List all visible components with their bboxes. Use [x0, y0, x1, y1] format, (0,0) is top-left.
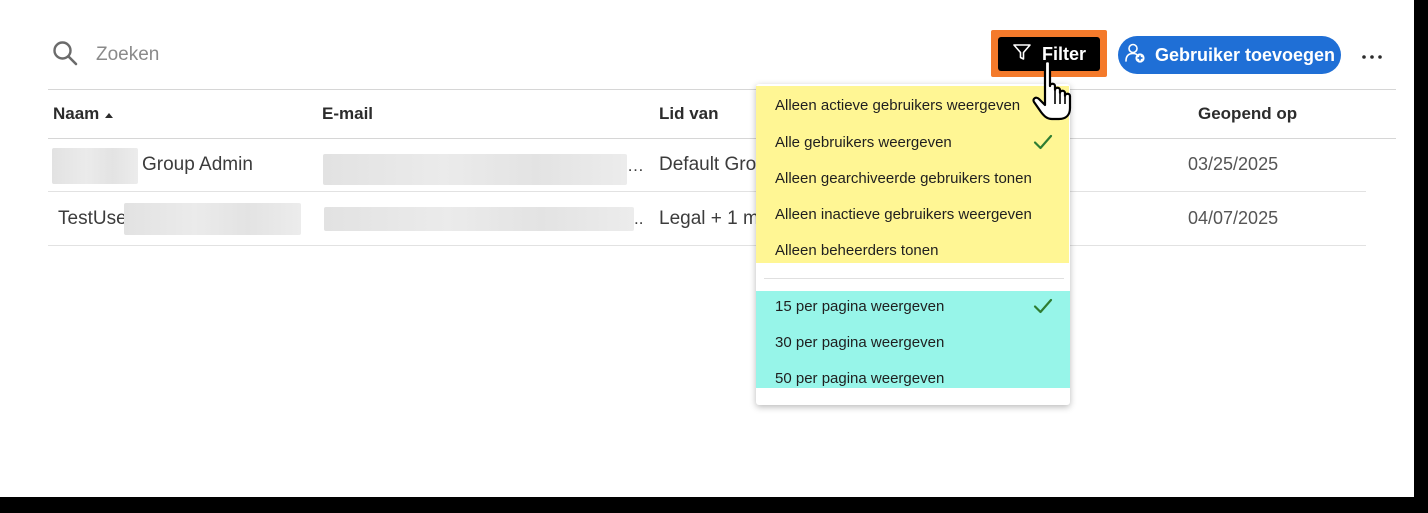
menu-item-all-users[interactable]: Alle gebruikers weergeven [756, 127, 1070, 157]
opened-on-cell: 04/07/2025 [1188, 208, 1279, 228]
menu-item-label: Alleen inactieve gebruikers weergeven [775, 205, 1032, 223]
add-user-icon [1124, 42, 1146, 69]
column-header-email[interactable]: E-mail [322, 104, 373, 124]
more-options-button[interactable] [1358, 42, 1386, 70]
row-divider [48, 191, 1366, 192]
sort-ascending-icon [104, 104, 114, 124]
email-ellipsis: .. [634, 209, 644, 228]
hand-cursor-icon [1028, 58, 1084, 122]
menu-item-50-per-page[interactable]: 50 per pagina weergeven [756, 363, 1070, 393]
table-top-border [48, 89, 1396, 90]
redacted-name [52, 148, 138, 184]
menu-item-30-per-page[interactable]: 30 per pagina weergeven [756, 327, 1070, 357]
checkmark-icon [1032, 296, 1054, 316]
menu-item-label: 15 per pagina weergeven [775, 297, 945, 315]
redacted-email [324, 207, 634, 231]
menu-item-label: 50 per pagina weergeven [775, 369, 945, 387]
menu-item-15-per-page[interactable]: 15 per pagina weergeven [756, 291, 1070, 321]
menu-item-active-users[interactable]: Alleen actieve gebruikers weergeven [756, 90, 1070, 120]
menu-item-label: 30 per pagina weergeven [775, 333, 945, 351]
add-user-button[interactable]: Gebruiker toevoegen [1118, 36, 1341, 74]
table-header-border [48, 138, 1396, 139]
menu-item-inactive-users[interactable]: Alleen inactieve gebruikers weergeven [756, 199, 1070, 229]
redacted-name [124, 203, 301, 235]
search-input[interactable] [96, 44, 296, 66]
menu-item-label: Alle gebruikers weergeven [775, 133, 952, 151]
add-user-label: Gebruiker toevoegen [1154, 44, 1336, 65]
menu-item-admins-only[interactable]: Alleen beheerders tonen [756, 235, 1070, 265]
member-of-cell: Default Gro [659, 154, 757, 175]
checkmark-icon [1032, 132, 1054, 152]
column-header-opened-on[interactable]: Geopend op [1198, 104, 1297, 124]
menu-divider [764, 278, 1064, 279]
email-ellipsis: … [627, 156, 644, 175]
column-header-name-label: Naam [53, 104, 100, 123]
column-header-name[interactable]: Naam [53, 104, 114, 124]
menu-item-label: Alleen beheerders tonen [775, 241, 939, 259]
more-icon [1361, 47, 1383, 65]
user-name[interactable]: TestUse [58, 208, 127, 230]
menu-item-archived-users[interactable]: Alleen gearchiveerde gebruikers tonen [756, 163, 1070, 193]
menu-item-label: Alleen actieve gebruikers weergeven [775, 96, 1021, 114]
column-header-member-of[interactable]: Lid van [659, 104, 719, 124]
redacted-email [323, 154, 627, 185]
menu-item-label: Alleen gearchiveerde gebruikers tonen [775, 169, 1032, 187]
search-icon[interactable] [52, 40, 78, 71]
opened-on-cell: 03/25/2025 [1188, 154, 1279, 174]
user-name[interactable]: Group Admin [142, 154, 253, 176]
user-management-panel: Filter Gebruiker toevoegen Naam E-mail L… [0, 0, 1414, 497]
search-bar [52, 40, 296, 70]
member-of-cell: Legal + 1 m [659, 208, 759, 229]
row-divider [48, 245, 1366, 246]
filter-dropdown-menu: Alleen actieve gebruikers weergeven Alle… [756, 84, 1070, 405]
